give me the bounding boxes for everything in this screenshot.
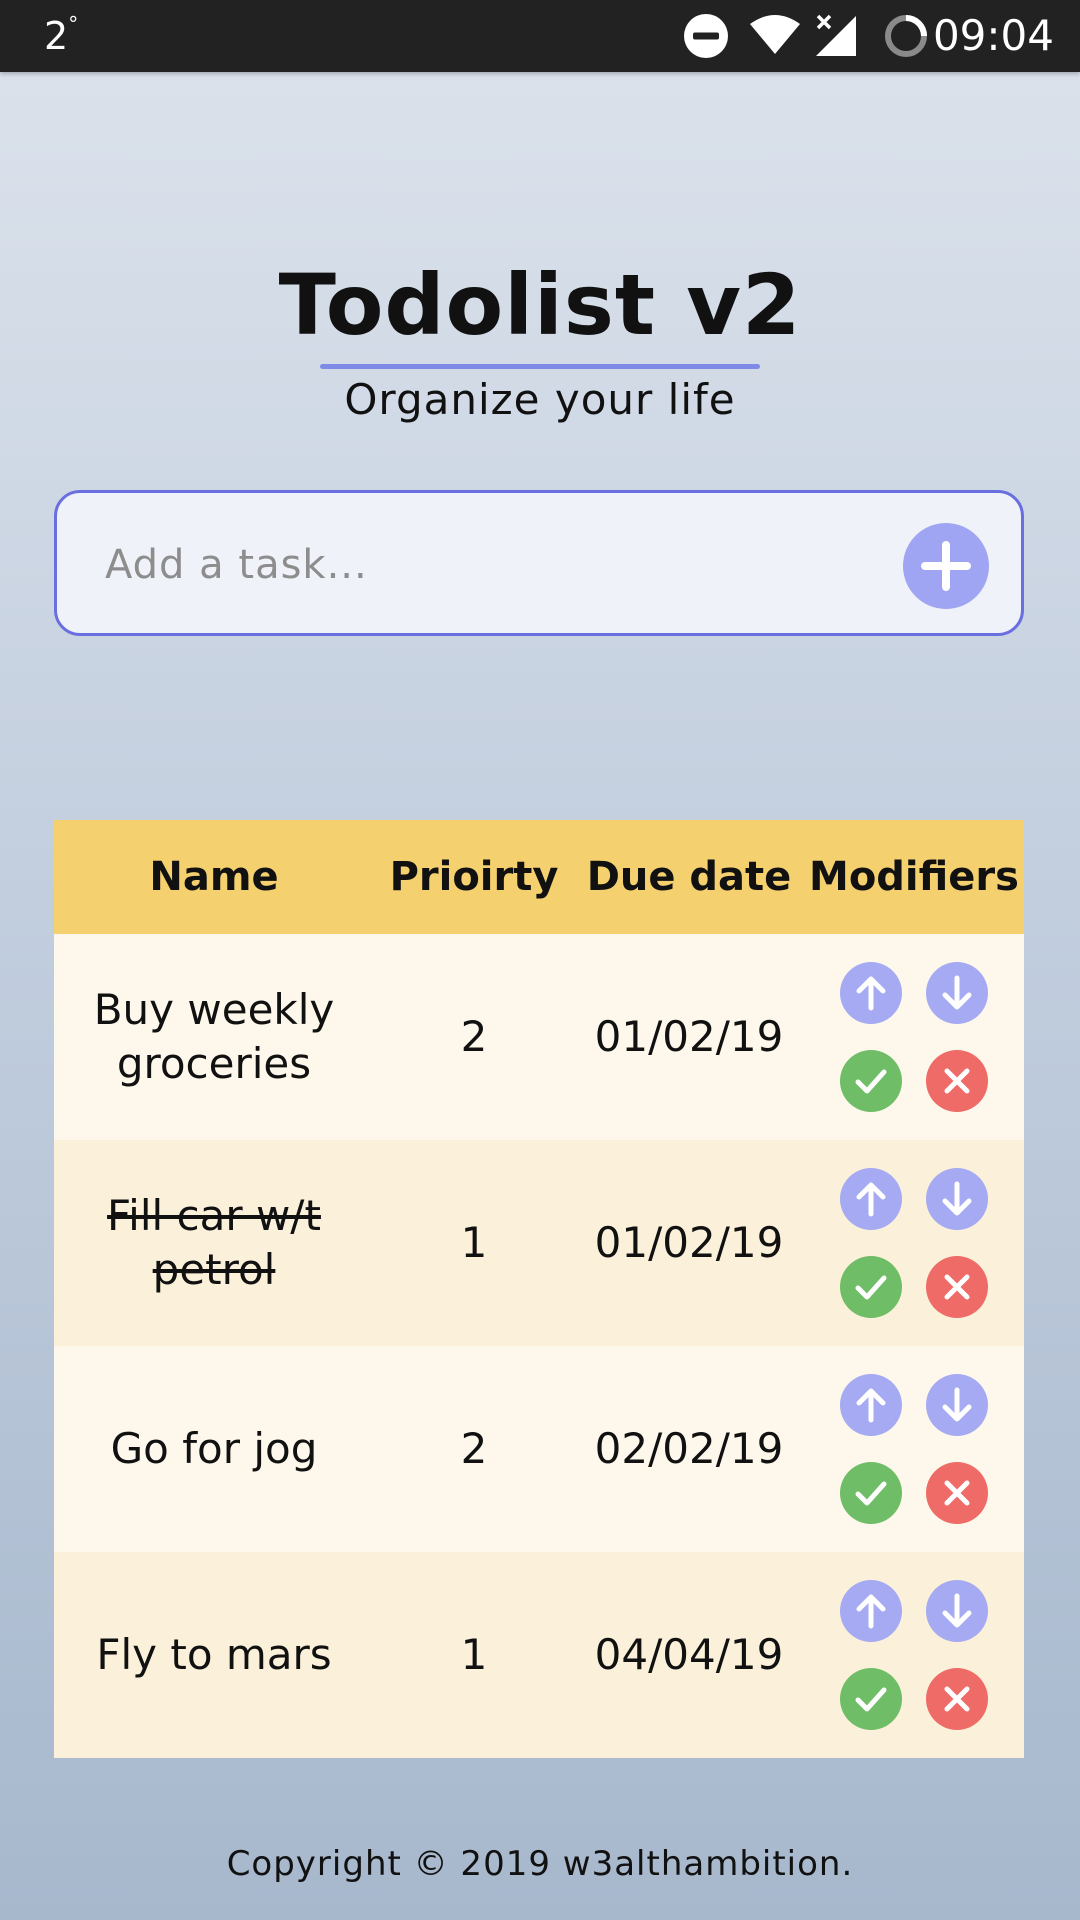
footer-copyright: Copyright © 2019 w3althambition. <box>226 1844 854 1884</box>
temperature-indicator: 2° <box>44 14 78 58</box>
arrow-down-icon <box>942 1181 972 1216</box>
plus-icon <box>921 541 971 591</box>
check-icon <box>855 1687 887 1712</box>
task-due-date: 02/02/19 <box>594 1424 784 1473</box>
task-name: Buy weekly groceries <box>93 985 335 1088</box>
check-icon <box>855 1275 887 1300</box>
header-priority: Prioirty <box>389 854 559 900</box>
wifi-icon <box>750 15 800 54</box>
task-priority: 1 <box>460 1630 488 1679</box>
status-bar: 2° 09:04 <box>0 0 1080 72</box>
header-name: Name <box>149 854 279 900</box>
task-priority: 2 <box>460 1012 488 1061</box>
complete-button[interactable] <box>840 1668 902 1730</box>
header-modifiers: Modifiers <box>809 854 1019 900</box>
close-icon <box>944 1480 970 1506</box>
task-priority: 2 <box>460 1424 488 1473</box>
move-down-button[interactable] <box>926 1580 988 1642</box>
sync-icon <box>885 15 927 57</box>
move-up-button[interactable] <box>840 1374 902 1436</box>
arrow-up-icon <box>856 976 886 1011</box>
task-due-date: 04/04/19 <box>594 1630 784 1679</box>
close-icon <box>944 1686 970 1712</box>
complete-button[interactable] <box>840 1462 902 1524</box>
task-name: Fly to mars <box>96 1630 332 1679</box>
close-icon <box>944 1068 970 1094</box>
arrow-up-icon <box>856 1182 886 1217</box>
add-task-button[interactable] <box>903 523 989 609</box>
clock: 09:04 <box>932 11 1054 60</box>
table-row: Fly to mars 1 04/04/19 <box>54 1552 1024 1758</box>
table-row: Fill car w/t petrol 1 01/02/19 <box>54 1140 1024 1346</box>
move-down-button[interactable] <box>926 1374 988 1436</box>
header-due-date: Due date <box>586 854 792 900</box>
delete-button[interactable] <box>926 1668 988 1730</box>
delete-button[interactable] <box>926 1050 988 1112</box>
task-input-container <box>54 490 1024 636</box>
do-not-disturb-icon <box>684 14 728 58</box>
task-priority: 1 <box>460 1218 488 1267</box>
complete-button[interactable] <box>840 1256 902 1318</box>
arrow-down-icon <box>942 1593 972 1628</box>
title-underline <box>320 364 760 369</box>
temperature-degree: ° <box>68 12 79 36</box>
complete-button[interactable] <box>840 1050 902 1112</box>
table-row: Go for jog 2 02/02/19 <box>54 1346 1024 1552</box>
table-row: Buy weekly groceries 2 01/02/19 <box>54 934 1024 1140</box>
check-icon <box>855 1069 887 1094</box>
arrow-up-icon <box>856 1388 886 1423</box>
delete-button[interactable] <box>926 1462 988 1524</box>
no-signal-icon <box>816 14 856 56</box>
task-due-date: 01/02/19 <box>594 1012 784 1061</box>
task-name: Go for jog <box>110 1424 318 1473</box>
task-modifiers <box>804 1168 1024 1318</box>
move-up-button[interactable] <box>840 1580 902 1642</box>
move-up-button[interactable] <box>840 1168 902 1230</box>
task-modifiers <box>804 962 1024 1112</box>
move-up-button[interactable] <box>840 962 902 1024</box>
delete-button[interactable] <box>926 1256 988 1318</box>
move-down-button[interactable] <box>926 962 988 1024</box>
page-title: Todolist v2 <box>278 256 802 354</box>
task-table: Name Prioirty Due date Modifiers Buy wee… <box>54 820 1024 1758</box>
check-icon <box>855 1481 887 1506</box>
arrow-down-icon <box>942 975 972 1010</box>
move-down-button[interactable] <box>926 1168 988 1230</box>
task-due-date: 01/02/19 <box>594 1218 784 1267</box>
task-modifiers <box>804 1580 1024 1730</box>
task-modifiers <box>804 1374 1024 1524</box>
close-icon <box>944 1274 970 1300</box>
task-input[interactable] <box>103 529 887 601</box>
table-header-row: Name Prioirty Due date Modifiers <box>54 820 1024 934</box>
temperature-value: 2 <box>44 14 69 58</box>
task-name: Fill car w/t petrol <box>107 1191 321 1294</box>
page-subtitle: Organize your life <box>344 375 736 424</box>
arrow-down-icon <box>942 1387 972 1422</box>
arrow-up-icon <box>856 1594 886 1629</box>
